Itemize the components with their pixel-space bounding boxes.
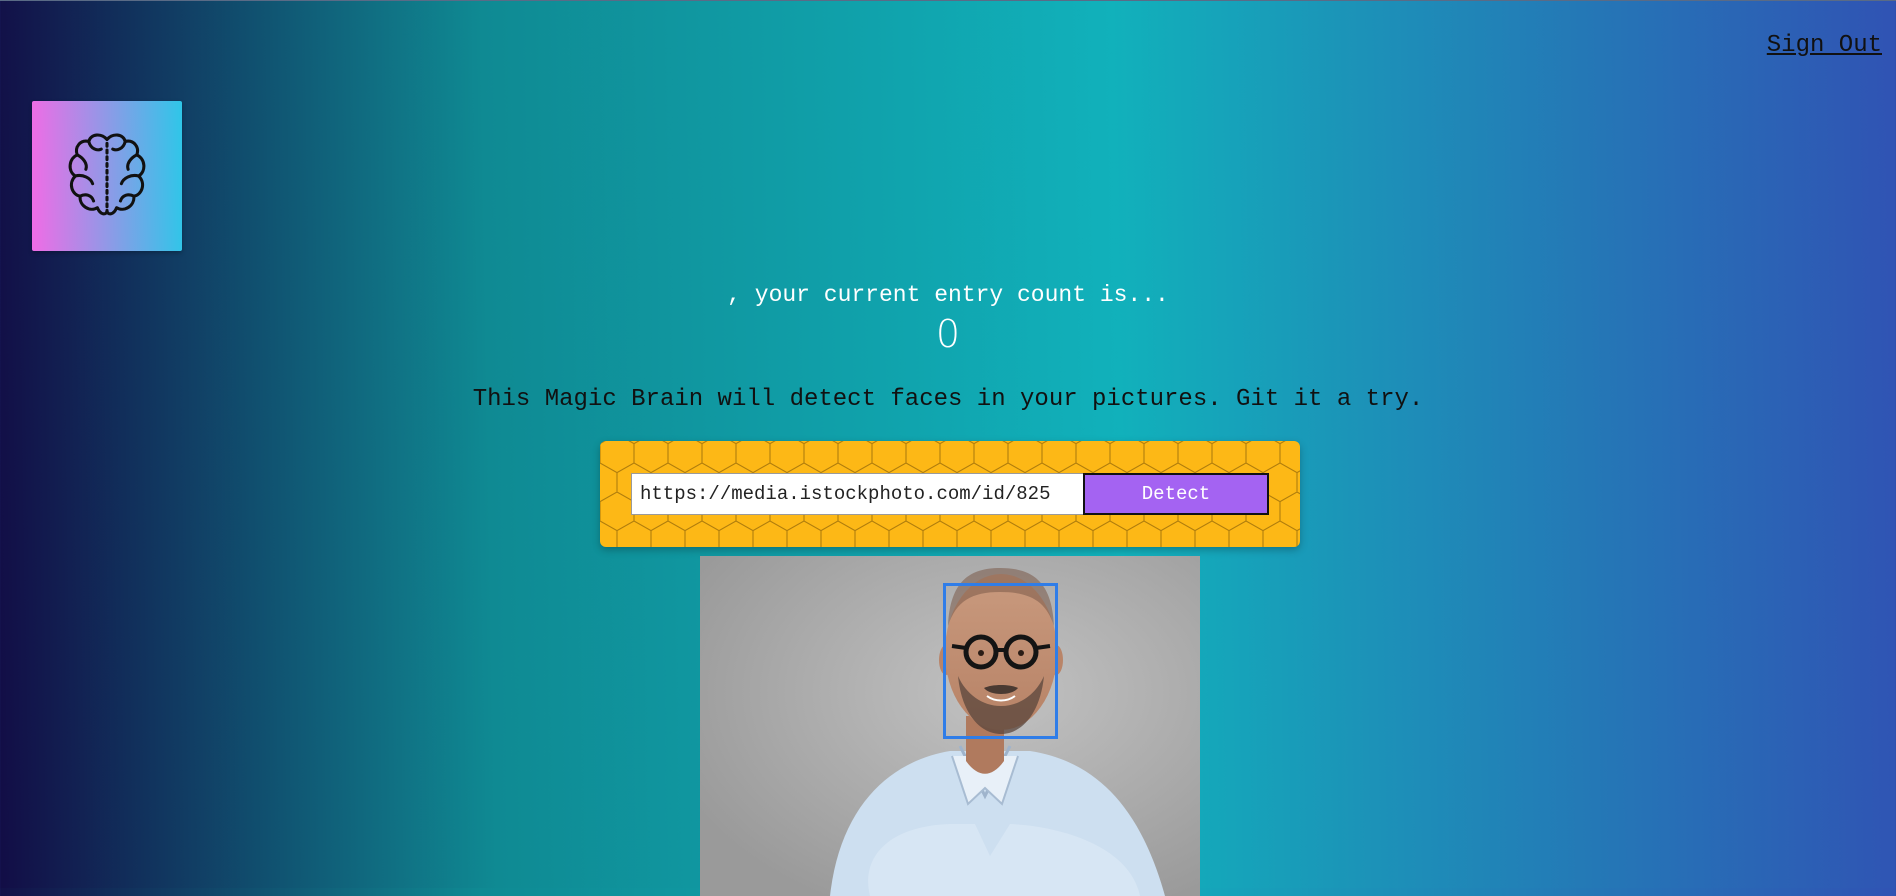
- face-image: [700, 556, 1200, 896]
- top-border: [0, 0, 1896, 1]
- entry-count-value: 0: [935, 312, 961, 356]
- sign-out-link[interactable]: Sign Out: [1767, 32, 1882, 59]
- face-bounding-box: [943, 583, 1058, 739]
- image-url-input[interactable]: [631, 473, 1084, 515]
- detect-button[interactable]: Detect: [1083, 473, 1269, 515]
- description-text: This Magic Brain will detect faces in yo…: [472, 386, 1424, 413]
- image-url-form: Detect: [600, 441, 1300, 547]
- logo: [32, 101, 182, 251]
- brain-icon: [68, 133, 146, 216]
- entry-count-label: , your current entry count is...: [727, 282, 1169, 308]
